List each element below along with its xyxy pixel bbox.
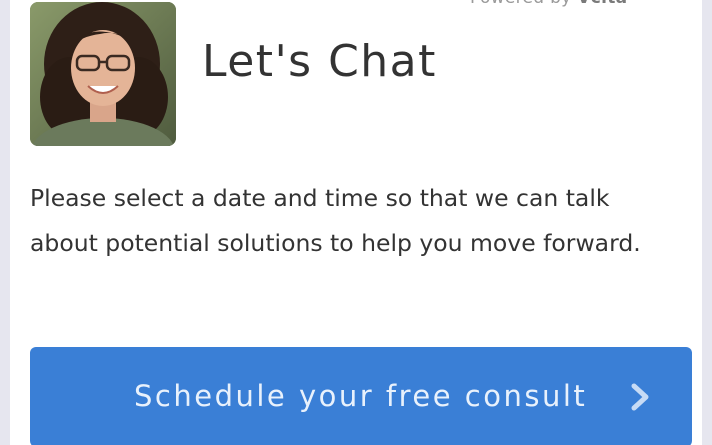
schedule-consult-button[interactable]: Schedule your free consult xyxy=(30,347,692,445)
page-title: Let's Chat xyxy=(202,36,437,87)
powered-by-brand: Vcita xyxy=(577,0,627,8)
powered-by-prefix: Powered by xyxy=(470,0,572,8)
schedule-consult-label: Schedule your free consult xyxy=(134,379,588,413)
profile-photo-icon xyxy=(30,2,176,146)
chevron-right-icon xyxy=(631,383,649,411)
chat-widget-card: Powered by Vcita •• xyxy=(10,0,702,445)
avatar xyxy=(30,2,176,146)
powered-by-label[interactable]: Powered by Vcita xyxy=(470,0,627,8)
description-text: Please select a date and time so that we… xyxy=(30,184,641,257)
more-dots-icon[interactable]: •• xyxy=(680,0,702,9)
